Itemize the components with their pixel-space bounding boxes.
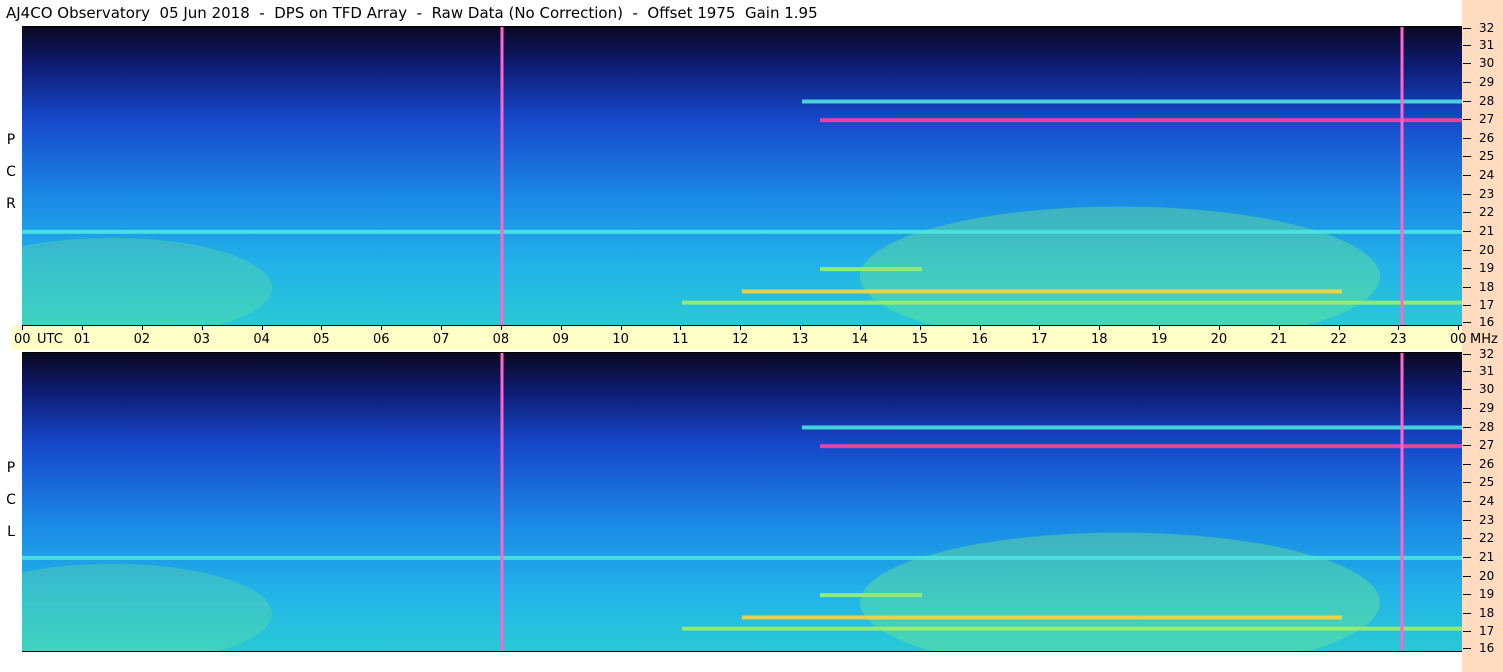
spectrogram-rcp-plot [22,27,1462,325]
signal-band [22,229,1462,234]
panel-label-lcp: P C L [3,460,19,556]
frequency-tick-label: 23 [1462,512,1495,527]
signal-band [820,444,1462,449]
chart-title: AJ4CO Observatory 05 Jun 2018 - DPS on T… [6,4,818,22]
time-tick-label: 20 [1210,326,1228,347]
time-marker-line [500,353,504,651]
time-tick-label: 04 [253,326,270,347]
signal-band [682,626,1462,631]
frequency-tick-label: 16 [1462,315,1495,329]
panel-letter: C [6,164,16,180]
time-tick-label: 22 [1330,326,1347,347]
spectrogram-lcp-plot [22,353,1462,651]
time-axis: 00 01 02 03 04 05 06 07 08 09 10 11 12 13 14 15 16 17 18 19… [12,326,1467,350]
panel-letter: P [6,132,16,148]
time-marker-line [1400,27,1404,325]
signal-band [742,289,1342,294]
frequency-tick-label: 31 [1462,37,1495,52]
signal-band [820,593,922,598]
frequency-tick-label: 23 [1462,186,1495,201]
time-tick-label: 07 [432,326,450,347]
time-tick-label: 16 [971,326,988,347]
time-tick-label: 12 [732,326,749,347]
time-tick-label: 19 [1150,326,1168,347]
time-tick-label: 09 [552,326,570,347]
frequency-axis-rcp: 32 31 30 29 28 27 26 25 24 23 22 21 20 19 18 17 16 [1462,22,1503,328]
frequency-tick-label: 27 [1462,112,1495,127]
frequency-tick-label: 28 [1462,93,1495,108]
panel-letter: C [6,492,16,508]
frequency-tick-label: 24 [1462,494,1495,508]
panel-letter: P [6,460,16,476]
intensity-glow [22,563,272,651]
signal-band [820,118,1462,123]
time-tick-label: 01 [73,326,91,347]
spectrogram-rcp [22,26,1462,326]
time-tick-label: 02 [133,326,151,347]
intensity-glow [860,532,1380,651]
time-unit-label: UTC [37,332,63,347]
time-tick-label: 11 [672,326,689,347]
frequency-tick-label: 31 [1462,363,1495,378]
frequency-tick-label: 20 [1462,568,1495,583]
frequency-tick-label: 17 [1462,624,1495,639]
frequency-tick-label: 22 [1462,531,1495,546]
frequency-tick-label: 26 [1462,456,1495,471]
signal-band [742,615,1342,620]
spectrogram-lcp [22,352,1462,652]
panel-letter: L [7,524,15,540]
frequency-tick-label: 24 [1462,168,1495,182]
frequency-tick-label: 29 [1462,74,1495,89]
time-tick-label: 14 [851,326,869,347]
frequency-tick-label: 18 [1462,605,1495,620]
frequency-tick-label: 22 [1462,205,1495,220]
frequency-tick-label: 30 [1462,382,1495,397]
intensity-glow [860,206,1380,325]
time-tick-label: 00 [14,326,31,347]
time-tick-label: 13 [791,326,809,347]
frequency-tick-label: 19 [1462,261,1495,276]
frequency-tick-label: 19 [1462,587,1495,602]
frequency-tick-label: 26 [1462,130,1495,145]
frequency-unit-label: MHz [1470,332,1498,347]
time-tick-label: 10 [612,326,629,347]
frequency-tick-label: 18 [1462,279,1495,294]
time-tick-label: 06 [373,326,390,347]
time-marker-line [1400,353,1404,651]
signal-band [820,267,922,272]
frequency-tick-label: 27 [1462,438,1495,453]
frequency-tick-label: 21 [1462,223,1495,238]
time-tick-label: 18 [1091,326,1108,347]
time-tick-label: 21 [1270,326,1288,347]
time-tick-label: 17 [1031,326,1048,347]
signal-band [682,300,1462,305]
time-tick-label: 15 [911,326,929,347]
frequency-tick-label: 25 [1462,475,1495,490]
panel-label-rcp: P C R [3,132,19,228]
signal-band [802,425,1462,430]
frequency-tick-label: 29 [1462,400,1495,415]
signal-band [22,555,1462,560]
frequency-tick-label: 30 [1462,56,1495,71]
frequency-tick-label: 32 [1462,21,1495,35]
frequency-tick-label: 21 [1462,549,1495,564]
time-marker-line [500,27,504,325]
frequency-tick-label: 32 [1462,347,1495,361]
intensity-glow [22,237,272,325]
frequency-tick-label: 16 [1462,641,1495,655]
panel-letter: R [6,196,16,212]
time-tick-label: 08 [492,326,510,347]
time-tick-label: 03 [193,326,211,347]
time-tick-label: 05 [313,326,330,347]
frequency-tick-label: 28 [1462,419,1495,434]
time-tick-label: 00 [1450,326,1467,347]
signal-band [802,99,1462,104]
frequency-axis-lcp: 32 31 30 29 28 27 26 25 24 23 22 21 20 19 18 17 16 [1462,348,1503,654]
frequency-tick-label: 20 [1462,242,1495,257]
frequency-tick-label: 25 [1462,149,1495,164]
time-tick-label: 23 [1390,326,1407,347]
frequency-tick-label: 17 [1462,298,1495,313]
